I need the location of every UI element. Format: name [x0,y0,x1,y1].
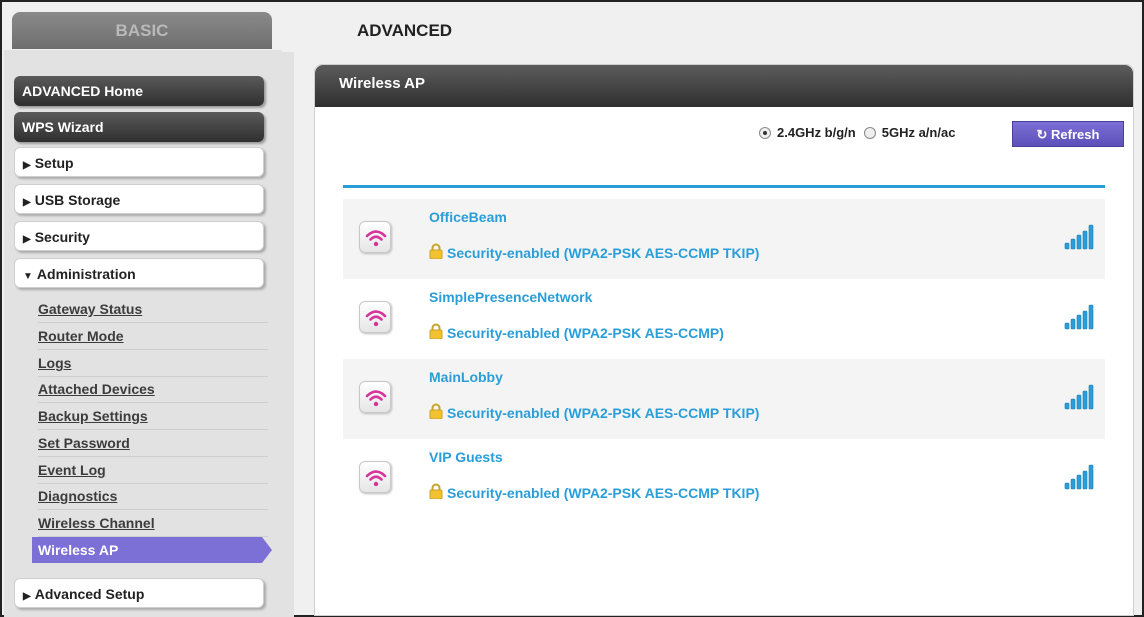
sidebar-subitem-wireless-channel[interactable]: Wireless Channel [38,511,268,537]
sidebar-item-wps-wizard[interactable]: WPS Wizard [14,112,264,142]
security-text: Security-enabled (WPA2-PSK AES-CCMP TKIP… [447,484,760,501]
network-row[interactable]: OfficeBeam Security-enabled (WPA2-PSK AE… [343,199,1105,279]
network-security: Security-enabled (WPA2-PSK AES-CCMP) [429,323,724,342]
panel-title: Wireless AP [315,65,1133,107]
wifi-icon [359,221,391,253]
lock-icon [429,323,443,342]
sidebar-item-label: Advanced Setup [34,586,145,602]
security-text: Security-enabled (WPA2-PSK AES-CCMP) [447,324,724,341]
expand-arrow-icon: ▶ [23,197,31,208]
sidebar-subitem-gateway-status[interactable]: Gateway Status [38,297,268,323]
sidebar-item-label: USB Storage [34,192,121,208]
network-security: Security-enabled (WPA2-PSK AES-CCMP TKIP… [429,483,759,502]
band-5-label: 5GHz a/n/ac [881,125,956,140]
expand-arrow-icon: ▶ [23,160,31,171]
network-ssid: VIP Guests [429,449,503,465]
tab-basic[interactable]: BASIC [12,12,272,49]
wireless-ap-panel: Wireless AP 2.4GHz b/g/n 5GHz a/n/ac ↻ R… [314,64,1134,616]
signal-strength-icon [1063,301,1097,336]
network-row[interactable]: VIP Guests Security-enabled (WPA2-PSK AE… [343,439,1105,519]
band-5-radio[interactable] [863,126,876,139]
sidebar-item-advanced-setup[interactable]: ▶ Advanced Setup [14,578,264,608]
sidebar-subitem-logs[interactable]: Logs [38,351,268,377]
wifi-icon [359,461,391,493]
signal-strength-icon [1063,221,1097,256]
signal-strength-icon [1063,461,1097,496]
sidebar-item-administration[interactable]: ▼ Administration [14,258,264,288]
network-security: Security-enabled (WPA2-PSK AES-CCMP TKIP… [429,403,759,422]
security-text: Security-enabled (WPA2-PSK AES-CCMP TKIP… [447,404,760,421]
collapse-arrow-icon: ▼ [23,271,33,282]
expand-arrow-icon: ▶ [23,234,31,245]
lock-icon [429,243,443,262]
panel-body: 2.4GHz b/g/n 5GHz a/n/ac ↻ Refresh Offic… [315,107,1133,615]
network-ssid: OfficeBeam [429,209,507,225]
network-security: Security-enabled (WPA2-PSK AES-CCMP TKIP… [429,243,759,262]
band-24-label: 2.4GHz b/g/n [777,125,856,140]
expand-arrow-icon: ▶ [23,591,31,602]
sidebar-item-setup[interactable]: ▶ Setup [14,147,264,177]
signal-strength-icon [1063,381,1097,416]
network-ssid: SimplePresenceNetwork [429,289,593,305]
sidebar-subitem-diagnostics[interactable]: Diagnostics [38,484,268,510]
router-admin-window: BASIC ADVANCED ADVANCED Home WPS Wizard … [0,0,1144,617]
header-divider [343,185,1105,188]
sidebar-subitem-set-password[interactable]: Set Password [38,431,268,457]
sidebar-subitem-router-mode[interactable]: Router Mode [38,324,268,350]
refresh-button[interactable]: ↻ Refresh [1012,121,1124,147]
sidebar-item-label: Setup [34,155,74,171]
lock-icon [429,403,443,422]
network-row[interactable]: MainLobby Security-enabled (WPA2-PSK AES… [343,359,1105,439]
network-ssid: MainLobby [429,369,503,385]
refresh-icon: ↻ [1036,127,1048,142]
band-24-radio[interactable] [759,126,771,139]
sidebar-subitem-attached-devices[interactable]: Attached Devices [38,377,268,403]
lock-icon [429,483,443,502]
sidebar-item-usb-storage[interactable]: ▶ USB Storage [14,184,264,214]
security-text: Security-enabled (WPA2-PSK AES-CCMP TKIP… [447,244,760,261]
sidebar-subitem-backup-settings[interactable]: Backup Settings [38,404,268,430]
band-selector: 2.4GHz b/g/n 5GHz a/n/ac [755,125,955,140]
wifi-icon [359,381,391,413]
network-row[interactable]: SimplePresenceNetwork Security-enabled (… [343,279,1105,359]
sidebar-item-security[interactable]: ▶ Security [14,221,264,251]
sidebar-item-advanced-home[interactable]: ADVANCED Home [14,76,264,106]
tab-advanced[interactable]: ADVANCED [282,12,536,52]
wifi-icon [359,301,391,333]
refresh-label: Refresh [1051,127,1100,142]
sidebar-item-label: Security [34,229,90,245]
sidebar-subitem-wireless-ap[interactable]: Wireless AP [32,537,272,563]
sidebar-subitem-event-log[interactable]: Event Log [38,458,268,484]
sidebar-item-label: Administration [36,266,136,282]
